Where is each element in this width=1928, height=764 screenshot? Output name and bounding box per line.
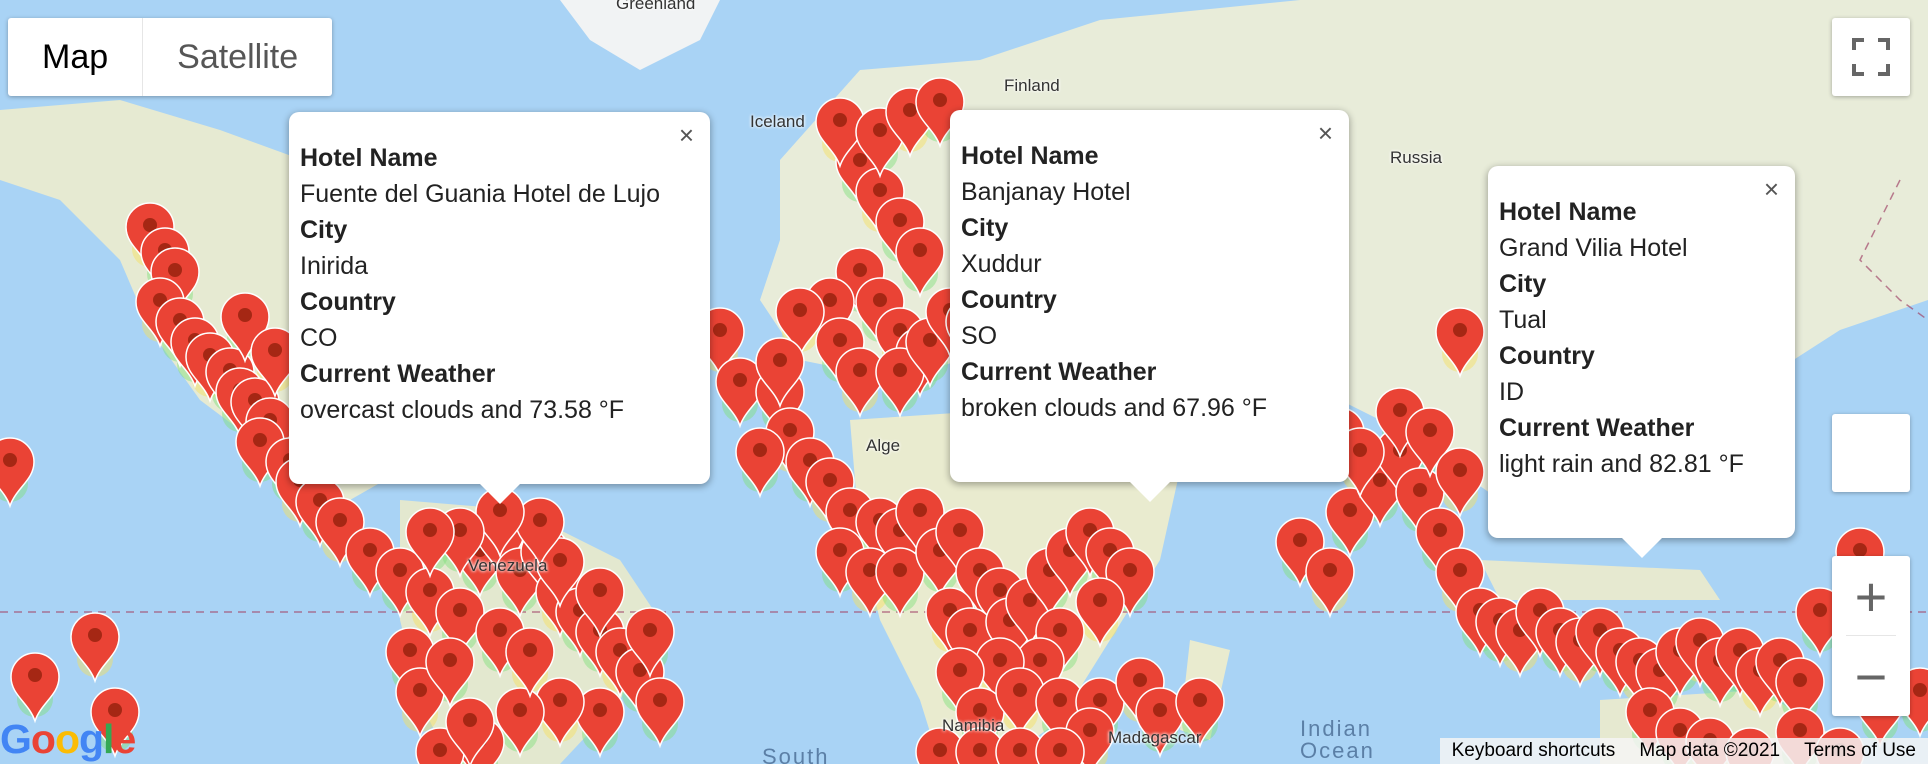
- map-data-attribution: Map data ©2021: [1639, 740, 1781, 761]
- city-value: Inirida: [300, 252, 369, 280]
- terms-of-use-link[interactable]: Terms of Use: [1792, 740, 1928, 762]
- info-window-1: × Hotel Name Fuente del Guania Hotel de …: [289, 112, 710, 504]
- label-indian-ocean-2: Ocean: [1300, 738, 1375, 763]
- info-window-2: × Hotel Name Banjanay Hotel City Xuddur …: [950, 110, 1349, 502]
- weather-label: Current Weather: [1499, 414, 1695, 442]
- label-iceland: Iceland: [750, 112, 805, 131]
- zoom-in-button[interactable]: +: [1832, 556, 1910, 636]
- weather-value: broken clouds and 67.96 °F: [961, 394, 1268, 422]
- country-label: Country: [300, 288, 396, 316]
- label-algeria: Alge: [866, 436, 901, 455]
- hotel-name-label: Hotel Name: [1499, 198, 1637, 226]
- label-madagascar: Madagascar: [1108, 728, 1202, 747]
- close-icon[interactable]: ×: [1764, 176, 1779, 202]
- weather-value: overcast clouds and 73.58 °F: [300, 396, 625, 424]
- label-russia: Russia: [1390, 148, 1442, 167]
- google-logo: Google: [0, 716, 136, 762]
- map-type-control: Map Satellite: [8, 18, 333, 96]
- fullscreen-icon: [1852, 38, 1890, 76]
- weather-label: Current Weather: [300, 360, 496, 388]
- label-south: South: [762, 744, 830, 764]
- map-type-map-button[interactable]: Map: [8, 18, 144, 96]
- close-icon[interactable]: ×: [679, 122, 694, 148]
- country-label: Country: [961, 286, 1057, 314]
- hotel-name-label: Hotel Name: [300, 144, 438, 172]
- weather-label: Current Weather: [961, 358, 1157, 386]
- label-venezuela: Venezuela: [468, 556, 548, 575]
- city-label: City: [961, 214, 1009, 242]
- zoom-out-button[interactable]: −: [1832, 636, 1910, 716]
- hotel-name-value: Grand Vilia Hotel: [1499, 234, 1688, 262]
- keyboard-shortcuts-link[interactable]: Keyboard shortcuts: [1440, 740, 1628, 762]
- hotel-name-value: Fuente del Guania Hotel de Lujo: [300, 180, 660, 208]
- label-namibia: Namibia: [942, 716, 1005, 735]
- map-type-satellite-button[interactable]: Satellite: [143, 18, 332, 96]
- label-greenland: Greenland: [616, 0, 696, 13]
- hotel-name-value: Banjanay Hotel: [961, 178, 1131, 206]
- city-value: Xuddur: [961, 250, 1042, 278]
- country-value: ID: [1499, 378, 1524, 406]
- info-window-3: × Hotel Name Grand Vilia Hotel City Tual…: [1488, 166, 1795, 558]
- country-label: Country: [1499, 342, 1595, 370]
- close-icon[interactable]: ×: [1318, 120, 1333, 146]
- fullscreen-button[interactable]: [1832, 18, 1910, 96]
- zoom-control: + −: [1832, 556, 1910, 716]
- map-canvas[interactable]: Greenland Finland Iceland Russia Venezue…: [0, 0, 1928, 764]
- street-view-control[interactable]: [1832, 414, 1910, 492]
- map-footer: Keyboard shortcuts Map data ©2021 Terms …: [1439, 738, 1928, 764]
- label-finland: Finland: [1004, 76, 1060, 95]
- country-value: CO: [300, 324, 338, 352]
- city-label: City: [300, 216, 348, 244]
- city-label: City: [1499, 270, 1547, 298]
- city-value: Tual: [1499, 306, 1547, 334]
- weather-value: light rain and 82.81 °F: [1499, 450, 1744, 478]
- hotel-name-label: Hotel Name: [961, 142, 1099, 170]
- country-value: SO: [961, 322, 998, 350]
